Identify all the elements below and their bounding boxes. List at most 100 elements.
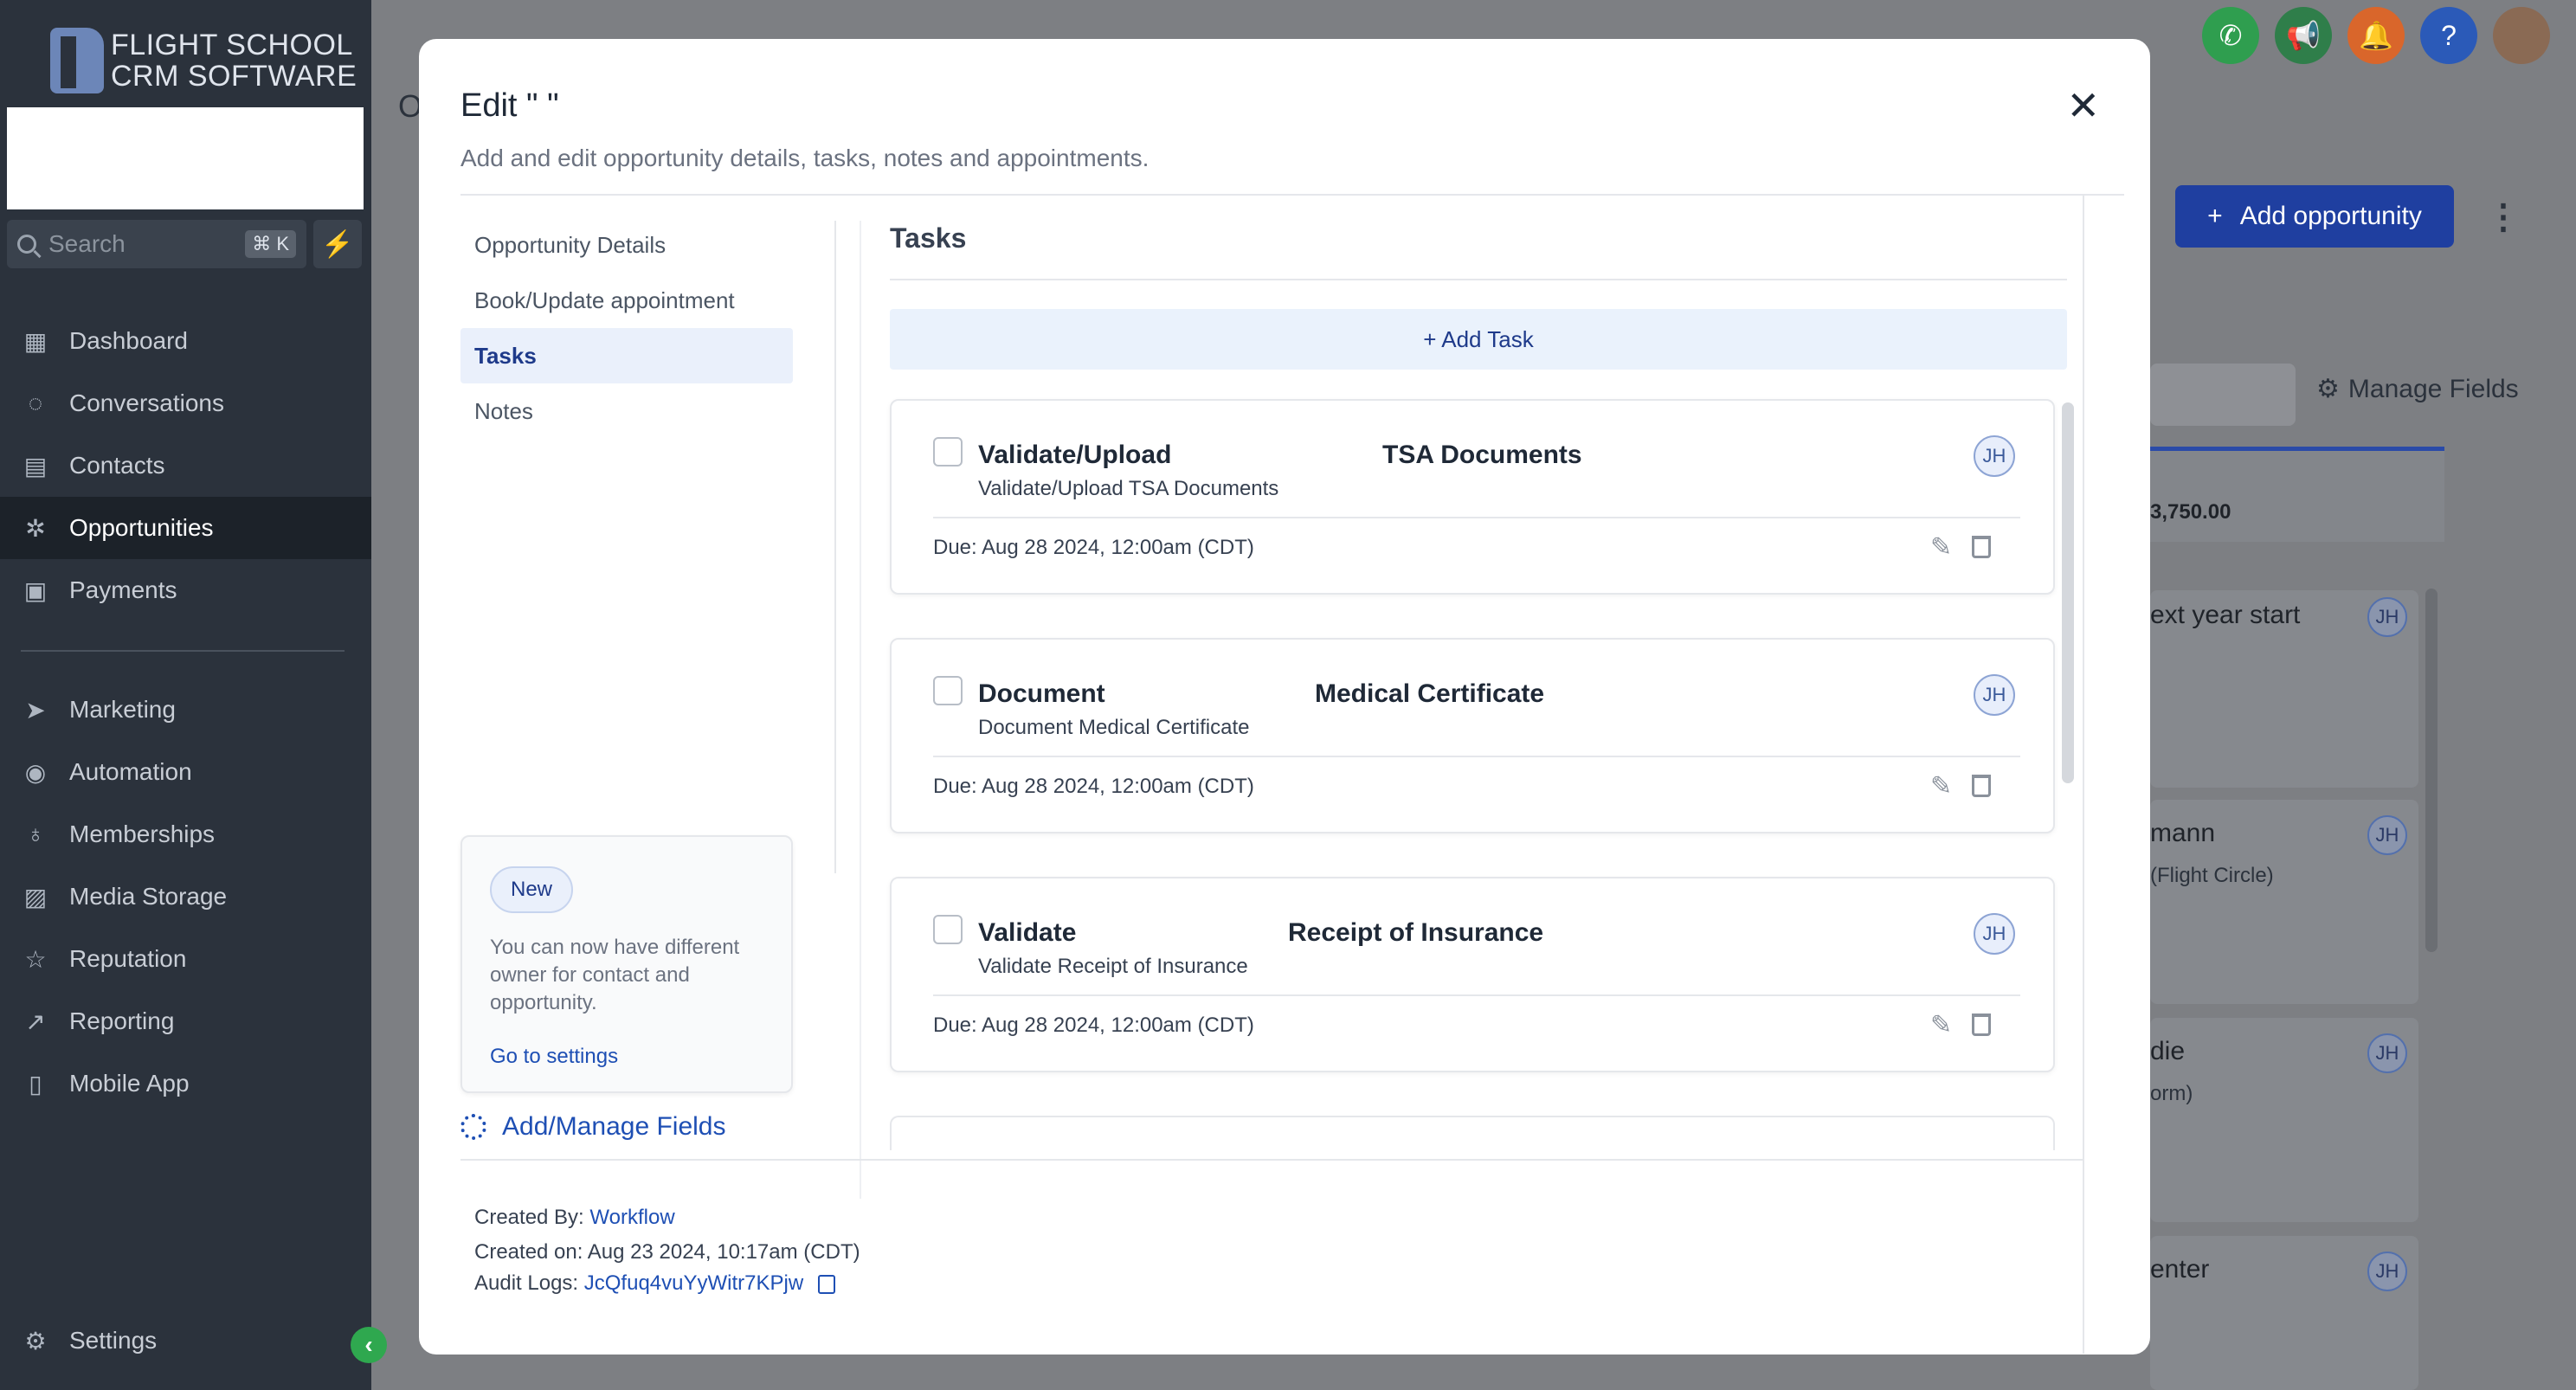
content-divider — [860, 221, 861, 1199]
task-description: Validate/Upload TSA Documents — [978, 477, 1279, 500]
gear-icon — [460, 1114, 486, 1140]
sidebar-item-dashboard[interactable]: ▦ Dashboard — [0, 310, 371, 372]
sidebar-item-label: Settings — [69, 1327, 158, 1354]
tab-book-appointment[interactable]: Book/Update appointment — [460, 273, 793, 328]
edit-pencil-icon[interactable]: ✎ — [1930, 771, 1952, 801]
card-title: enter — [2150, 1255, 2210, 1284]
trash-icon[interactable] — [1972, 1014, 1991, 1036]
header-divider — [460, 194, 2124, 196]
content-right-border — [2083, 194, 2084, 1354]
add-manage-fields-label: Add/Manage Fields — [502, 1112, 726, 1141]
phone-call-icon[interactable]: ✆ — [2202, 7, 2259, 64]
task-title: Document — [978, 679, 1105, 708]
add-opportunity-button[interactable]: + Add opportunity — [2175, 185, 2454, 248]
task-description: Validate Receipt of Insurance — [978, 955, 1248, 978]
created-by-link[interactable]: Workflow — [589, 1206, 674, 1229]
sidebar: FLIGHT SCHOOL CRM SOFTWARE Search ⌘ K ⚡ … — [0, 0, 371, 1390]
task-card: Validate Receipt of Insurance Validate R… — [890, 877, 2055, 1072]
task-card — [890, 1116, 2055, 1150]
sidebar-item-contacts[interactable]: ▤ Contacts — [0, 434, 371, 497]
task-complete-checkbox[interactable] — [933, 437, 963, 467]
audit-logs: Audit Logs: JcQfuq4vuYyWitr7KPjw — [474, 1271, 835, 1296]
manage-fields-button[interactable]: ⚙ Manage Fields — [2316, 374, 2519, 404]
dashboard-icon: ▦ — [23, 327, 48, 355]
quick-action-button[interactable]: ⚡ — [313, 220, 362, 268]
assignee-avatar: JH — [2367, 1033, 2407, 1073]
search-input[interactable]: Search ⌘ K — [7, 220, 306, 268]
background-scrollbar[interactable] — [2425, 589, 2438, 952]
assignee-avatar: JH — [2367, 597, 2407, 637]
sidebar-item-settings[interactable]: ⚙ Settings — [0, 1310, 371, 1372]
notification-bell-icon[interactable]: 🔔 — [2347, 7, 2405, 64]
close-icon[interactable]: ✕ — [2066, 82, 2100, 129]
chevron-left-icon: ‹ — [364, 1331, 373, 1358]
sidebar-item-label: Dashboard — [69, 327, 188, 354]
trash-icon[interactable] — [1972, 775, 1991, 797]
background-search-input[interactable] — [2150, 364, 2296, 426]
edit-pencil-icon[interactable]: ✎ — [1930, 1010, 1952, 1040]
tab-opportunity-details[interactable]: Opportunity Details — [460, 217, 793, 273]
user-avatar[interactable] — [2493, 7, 2550, 64]
sidebar-item-memberships[interactable]: ♁ Memberships — [0, 803, 371, 866]
sidebar-divider — [21, 650, 345, 652]
sidebar-item-payments[interactable]: ▣ Payments — [0, 559, 371, 621]
copy-icon[interactable] — [817, 1274, 835, 1294]
task-title-suffix: Receipt of Insurance — [1288, 918, 1544, 947]
sidebar-item-label: Reporting — [69, 1007, 175, 1034]
edit-pencil-icon[interactable]: ✎ — [1930, 532, 1952, 563]
modal-section-nav: Opportunity Details Book/Update appointm… — [460, 217, 793, 439]
help-icon[interactable]: ? — [2420, 7, 2477, 64]
add-manage-fields-button[interactable]: Add/Manage Fields — [460, 1112, 726, 1142]
announcement-icon[interactable]: 📢 — [2275, 7, 2332, 64]
modal-subtitle: Add and edit opportunity details, tasks,… — [460, 145, 1150, 171]
sidebar-item-conversations[interactable]: ◌ Conversations — [0, 372, 371, 434]
task-title-suffix: Medical Certificate — [1315, 679, 1545, 708]
brand-logo[interactable]: FLIGHT SCHOOL CRM SOFTWARE — [50, 26, 357, 95]
sidebar-item-automation[interactable]: ◉ Automation — [0, 741, 371, 803]
audit-logs-label: Audit Logs: — [474, 1271, 579, 1295]
card-subtitle: (Flight Circle) — [2150, 864, 2274, 887]
header-actions: ✆ 📢 🔔 ? — [2202, 7, 2550, 64]
more-options-icon[interactable]: ⋮ — [2486, 197, 2521, 237]
sidebar-item-label: Opportunities — [69, 514, 214, 541]
modal-title: Edit " " — [460, 87, 559, 124]
sidebar-item-reporting[interactable]: ↗ Reporting — [0, 990, 371, 1052]
task-assignee-avatar: JH — [1974, 435, 2015, 477]
tasks-scrollbar[interactable] — [2062, 402, 2074, 783]
manage-fields-label: Manage Fields — [2347, 374, 2519, 403]
logo-mark — [50, 28, 104, 93]
sidebar-item-media-storage[interactable]: ▨ Media Storage — [0, 866, 371, 928]
card-subtitle: orm) — [2150, 1082, 2193, 1105]
task-card: Document Medical Certificate Document Me… — [890, 638, 2055, 833]
task-assignee-avatar: JH — [1974, 674, 2015, 716]
location-switcher[interactable] — [7, 107, 364, 209]
gear-icon: ⚙ — [24, 1327, 47, 1355]
plus-icon: + — [2207, 202, 2223, 230]
search-icon — [17, 235, 36, 254]
tab-tasks[interactable]: Tasks — [460, 328, 793, 383]
collapse-sidebar-button[interactable]: ‹ — [351, 1327, 387, 1363]
go-to-settings-link[interactable]: Go to settings — [490, 1045, 618, 1069]
sidebar-item-marketing[interactable]: ➤ Marketing — [0, 679, 371, 741]
task-complete-checkbox[interactable] — [933, 915, 963, 944]
audit-log-link[interactable]: JcQfuq4vuYyWitr7KPjw — [584, 1271, 803, 1295]
tab-notes[interactable]: Notes — [460, 383, 793, 439]
sidebar-item-reputation[interactable]: ☆ Reputation — [0, 928, 371, 990]
task-complete-checkbox[interactable] — [933, 676, 963, 705]
chat-icon: ◌ — [28, 389, 43, 416]
trash-icon[interactable] — [1972, 536, 1991, 558]
sidebar-item-label: Marketing — [69, 696, 176, 723]
phone-icon: ▯ — [29, 1070, 42, 1097]
created-by-label: Created By: — [474, 1206, 584, 1229]
add-task-button[interactable]: + Add Task — [890, 309, 2067, 370]
card-title: die — [2150, 1037, 2186, 1065]
created-on: Created on: Aug 23 2024, 10:17am (CDT) — [474, 1240, 860, 1264]
assignee-avatar: JH — [2367, 1252, 2407, 1291]
search-placeholder: Search — [48, 230, 126, 257]
sidebar-item-opportunities[interactable]: ✲ Opportunities — [0, 497, 371, 559]
task-due-date: Due: Aug 28 2024, 12:00am (CDT) — [933, 775, 1254, 798]
sidebar-item-mobile-app[interactable]: ▯ Mobile App — [0, 1052, 371, 1115]
column-amount: 3,750.00 — [2150, 500, 2231, 524]
sidebar-item-label: Reputation — [69, 945, 187, 972]
automation-icon: ◉ — [24, 758, 47, 786]
